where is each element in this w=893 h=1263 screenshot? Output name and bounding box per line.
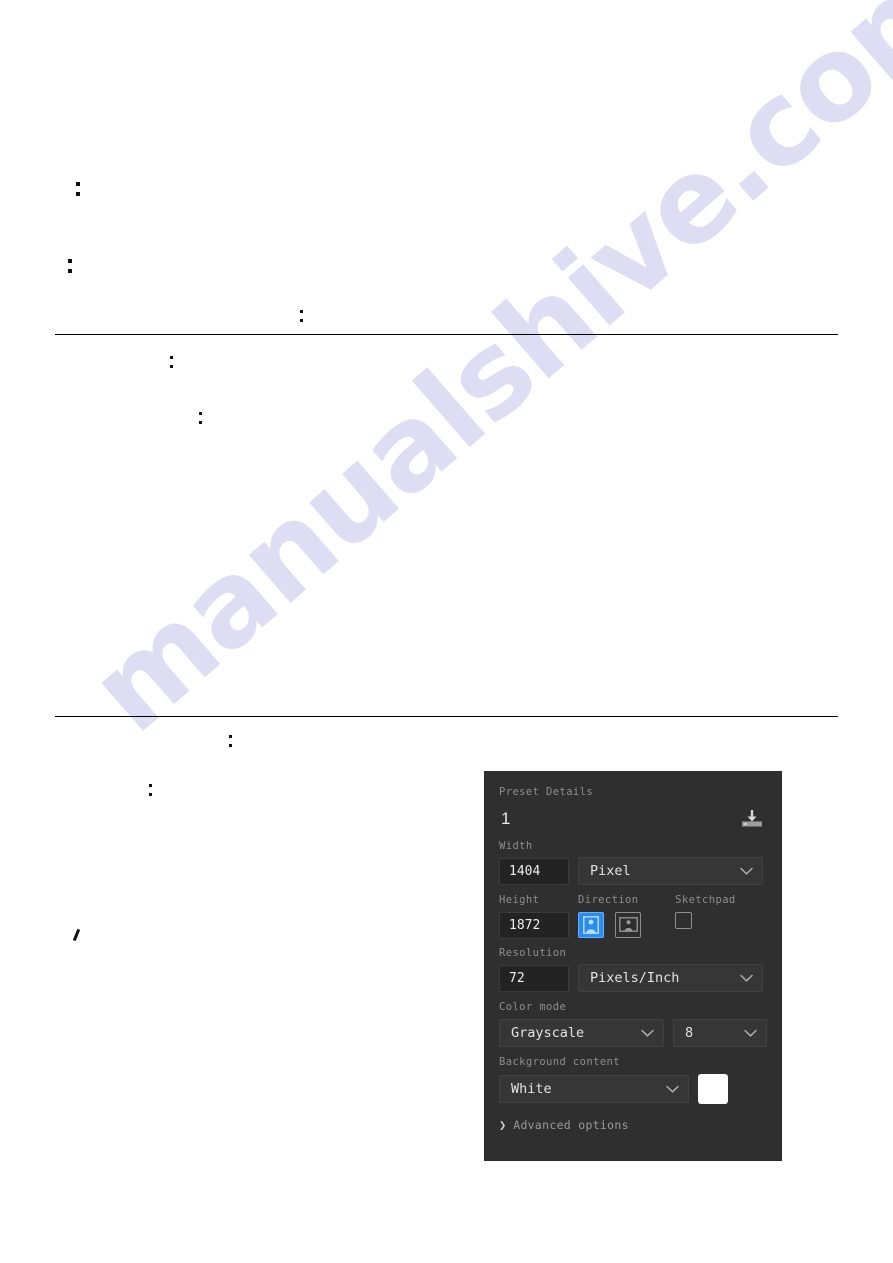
colon-mark — [199, 412, 202, 424]
chevron-down-icon — [740, 863, 753, 879]
direction-label: Direction — [578, 894, 639, 907]
height-direction-sketchpad-row: Height 1872 Direction Sketchpad — [499, 894, 767, 939]
height-column: Height 1872 — [499, 894, 569, 939]
stray-tick-mark — [72, 928, 81, 942]
height-input[interactable]: 1872 — [499, 911, 569, 939]
preset-name-row: 1 — [499, 804, 767, 834]
color-mode-select[interactable]: Grayscale — [499, 1018, 664, 1047]
colon-mark — [68, 259, 72, 274]
chevron-right-icon: ❯ — [499, 1117, 507, 1132]
landscape-orientation-icon[interactable] — [615, 911, 641, 938]
width-unit-value: Pixel — [590, 863, 631, 880]
direction-column: Direction — [578, 894, 666, 939]
color-depth-value: 8 — [685, 1024, 694, 1041]
width-input[interactable]: 1404 — [499, 857, 569, 885]
colon-mark — [76, 182, 80, 197]
color-mode-row: Grayscale 8 — [499, 1018, 767, 1047]
resolution-unit-select[interactable]: Pixels/Inch — [578, 964, 763, 993]
resolution-row: 72 Pixels/Inch — [499, 964, 767, 993]
resolution-input[interactable]: 72 — [499, 964, 569, 992]
chevron-down-icon — [666, 1081, 679, 1097]
colon-mark — [149, 784, 152, 796]
preset-details-panel: Preset Details 1 Width 1404 Pixel Height… — [485, 772, 781, 1160]
width-unit-select[interactable]: Pixel — [578, 857, 763, 886]
resolution-label: Resolution — [499, 946, 567, 959]
advanced-options-toggle[interactable]: ❯ Advanced options — [499, 1118, 767, 1132]
colon-mark — [229, 735, 232, 747]
background-content-select[interactable]: White — [499, 1074, 689, 1103]
colon-mark — [300, 310, 303, 322]
portrait-orientation-icon[interactable] — [578, 911, 604, 938]
sketchpad-column: Sketchpad — [675, 894, 767, 939]
chevron-down-icon — [641, 1025, 654, 1041]
width-row: 1404 Pixel — [499, 857, 767, 886]
color-depth-select[interactable]: 8 — [673, 1018, 767, 1047]
background-content-row: White — [499, 1073, 767, 1104]
divider-line-bottom — [55, 716, 838, 717]
background-color-swatch[interactable] — [698, 1073, 728, 1104]
background-content-label: Background content — [499, 1055, 620, 1068]
sketchpad-label: Sketchpad — [675, 894, 736, 907]
watermark-text: manualshive.com — [65, 0, 893, 759]
colon-mark — [170, 356, 173, 368]
resolution-unit-value: Pixels/Inch — [590, 970, 680, 987]
sketchpad-checkbox[interactable] — [675, 911, 693, 929]
panel-title: Preset Details — [499, 786, 594, 798]
chevron-down-icon — [740, 970, 753, 986]
advanced-options-label: Advanced options — [513, 1117, 629, 1132]
preset-name-input[interactable]: 1 — [499, 809, 510, 829]
direction-buttons — [578, 911, 666, 938]
width-label: Width — [499, 839, 533, 852]
height-label: Height — [499, 894, 540, 907]
background-content-value: White — [511, 1080, 552, 1097]
color-mode-label: Color mode — [499, 1001, 567, 1014]
color-mode-value: Grayscale — [511, 1024, 585, 1041]
chevron-down-icon — [744, 1025, 757, 1041]
divider-line-top — [55, 334, 838, 335]
save-preset-icon[interactable] — [737, 807, 767, 831]
